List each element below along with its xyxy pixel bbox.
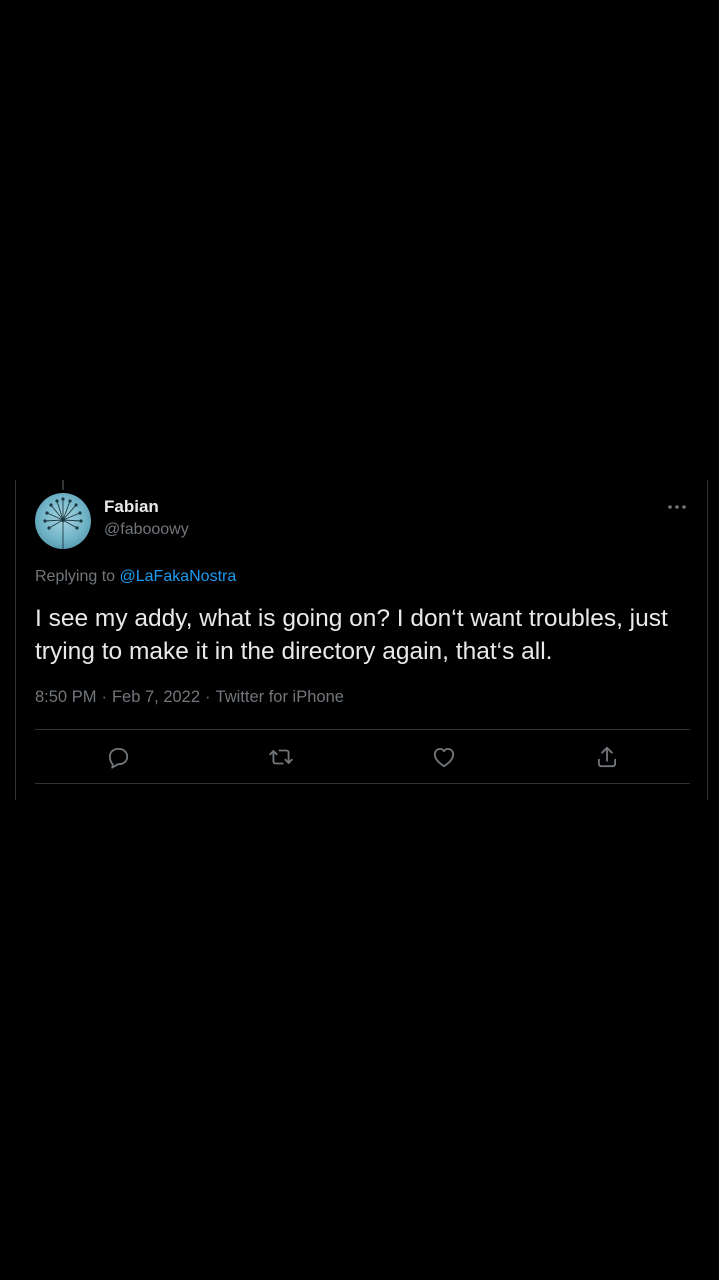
tweet-time[interactable]: 8:50 PM xyxy=(35,688,96,706)
tweet-actions-bar xyxy=(35,730,690,783)
tweet-text: I see my addy, what is going on? I don‘t… xyxy=(35,605,668,665)
retweet-icon xyxy=(269,749,293,765)
retweet-button[interactable] xyxy=(268,744,294,770)
reply-mention-link[interactable]: @LaFakaNostra xyxy=(120,568,237,585)
replying-to-label: Replying to xyxy=(35,568,116,585)
like-button[interactable] xyxy=(431,744,457,770)
meta-separator: · xyxy=(205,688,211,706)
meta-separator: · xyxy=(101,688,107,706)
author-handle[interactable]: @fabooowy xyxy=(104,521,189,539)
tweet-date[interactable]: Feb 7, 2022 xyxy=(112,688,200,706)
tweet-source[interactable]: Twitter for iPhone xyxy=(216,688,344,706)
more-options-button[interactable] xyxy=(665,497,689,517)
replying-to: Replying to @LaFakaNostra xyxy=(35,568,236,586)
like-icon xyxy=(433,747,455,768)
tweet-card[interactable]: Fabian @fabooowy Replying to @LaFakaNost… xyxy=(15,480,708,800)
more-icon xyxy=(668,505,686,509)
divider xyxy=(35,783,690,784)
tweet-metadata: 8:50 PM · Feb 7, 2022 · Twitter for iPhone xyxy=(35,688,344,707)
author-display-name[interactable]: Fabian xyxy=(104,497,159,517)
dandelion-avatar-icon xyxy=(43,497,83,549)
avatar[interactable] xyxy=(35,493,91,549)
share-icon xyxy=(597,746,617,768)
reply-button[interactable] xyxy=(105,744,131,770)
share-button[interactable] xyxy=(594,744,620,770)
thread-connector-line xyxy=(62,480,64,490)
reply-icon xyxy=(108,747,129,769)
